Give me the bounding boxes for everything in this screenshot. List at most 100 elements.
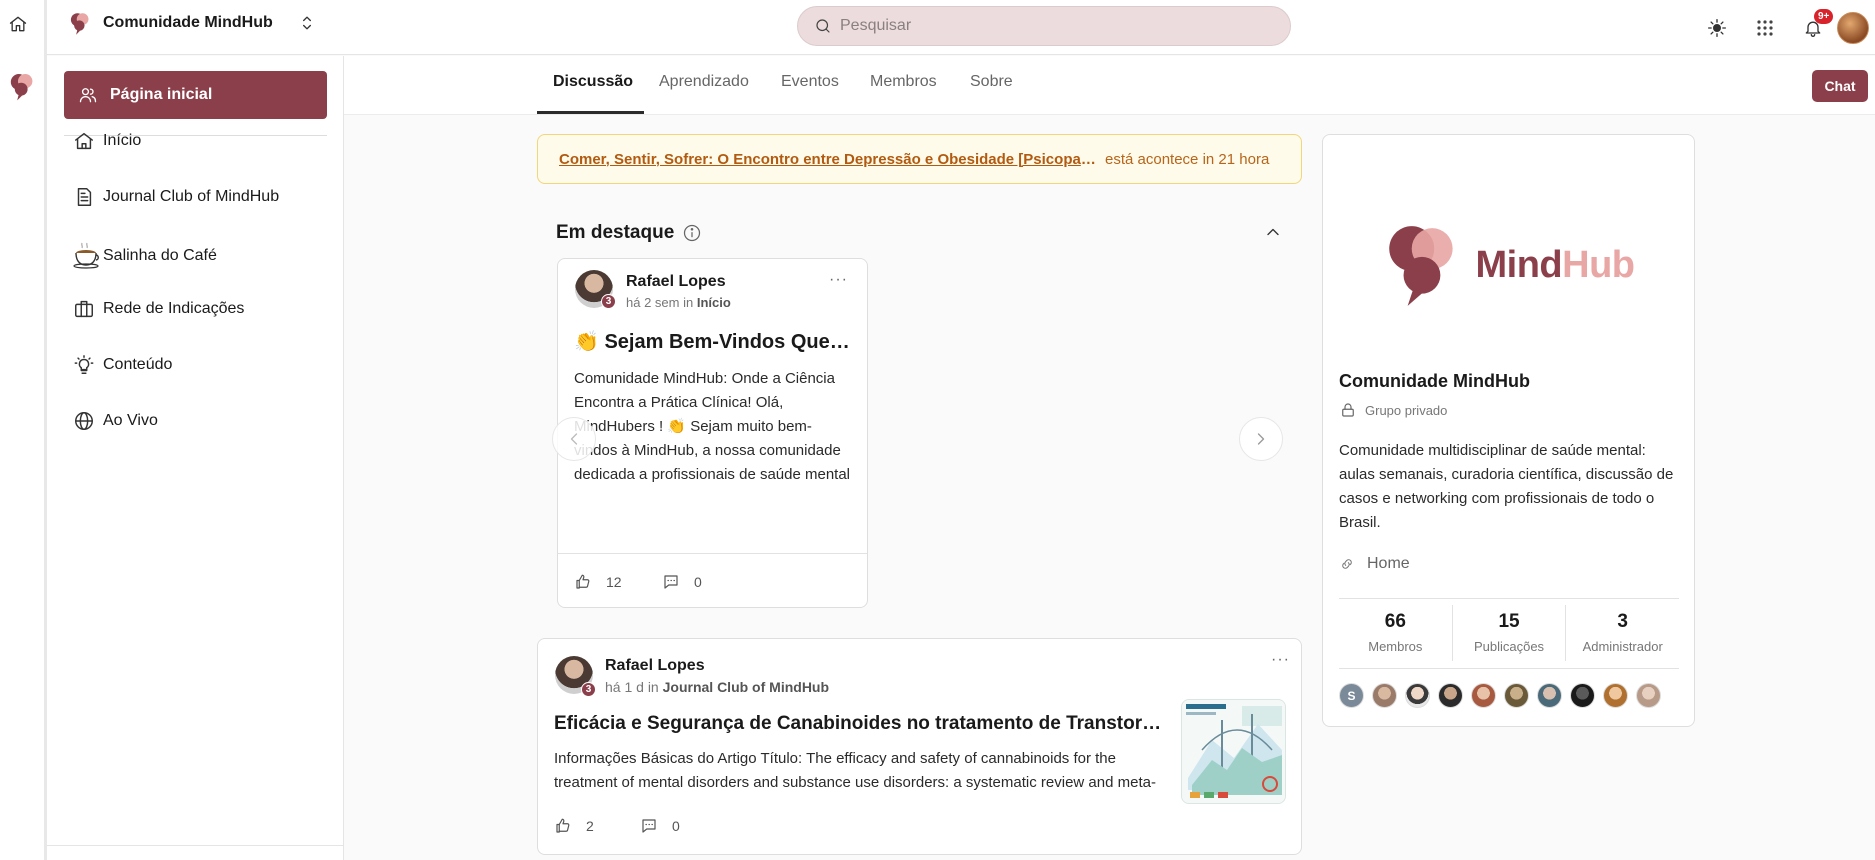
lock-icon [1342, 403, 1354, 417]
lightbulb-icon [74, 355, 94, 374]
apps-button[interactable] [1741, 19, 1789, 37]
document-icon [77, 188, 92, 206]
community-logo-icon [70, 13, 89, 35]
member-avatar[interactable] [1570, 683, 1595, 708]
comment-count: 0 [694, 574, 702, 590]
info-icon[interactable] [682, 223, 702, 243]
panel-divider [1339, 598, 1679, 599]
member-avatar[interactable] [1372, 683, 1397, 708]
collapse-featured-button[interactable] [1263, 222, 1283, 242]
theme-toggle-button[interactable] [1693, 18, 1741, 38]
carousel-prev-button[interactable] [552, 417, 596, 461]
sidebar-item-inicio[interactable]: Início [73, 130, 141, 152]
sidebar-item-home-page[interactable]: Página inicial [64, 71, 327, 119]
post-space-link[interactable]: Início [697, 295, 731, 310]
panel-divider [1339, 668, 1679, 669]
tab-eventos[interactable]: Eventos [781, 73, 839, 91]
community-description: Comunidade multidisciplinar de saúde men… [1339, 442, 1674, 531]
sidebar: Página inicial Início Journal Club of Mi… [47, 56, 344, 860]
comment-button[interactable]: 0 [662, 573, 702, 591]
more-options-icon[interactable]: ··· [829, 271, 848, 289]
sidebar-item-ao-vivo[interactable]: Ao Vivo [73, 410, 158, 432]
member-avatar[interactable] [1471, 683, 1496, 708]
like-button[interactable]: 2 [554, 817, 594, 835]
community-cover: MindHub [1339, 165, 1679, 365]
user-avatar[interactable] [1837, 11, 1869, 44]
member-avatar[interactable] [1405, 683, 1430, 708]
community-about-panel: MindHub Comunidade MindHub Grupo privado… [1322, 134, 1695, 727]
author-name[interactable]: Rafael Lopes [626, 273, 726, 291]
mindhub-logo-icon [1389, 226, 1454, 306]
thumbs-up-icon [556, 818, 570, 833]
comment-button[interactable]: 0 [640, 817, 680, 835]
community-name: Comunidade MindHub [103, 14, 273, 31]
tab-discussao[interactable]: Discussão [553, 73, 633, 91]
stat-publications[interactable]: 15 Publicações [1453, 605, 1567, 661]
stat-members[interactable]: 66 Membros [1339, 605, 1453, 661]
search-input[interactable] [840, 17, 1260, 35]
community-stats: 66 Membros 15 Publicações 3 Administrado… [1339, 605, 1679, 661]
home-link[interactable]: Home [1339, 555, 1410, 573]
chevron-left-icon [570, 433, 578, 445]
post-space-link[interactable]: Journal Club of MindHub [663, 679, 829, 695]
post-card[interactable]: 3 Rafael Lopes há 1 d in Journal Club of… [537, 638, 1302, 855]
member-avatar[interactable] [1603, 683, 1628, 708]
active-tab-indicator [537, 111, 644, 114]
tab-sobre[interactable]: Sobre [970, 73, 1013, 91]
member-avatar[interactable] [1438, 683, 1463, 708]
member-avatars: S [1339, 683, 1661, 708]
like-count: 2 [586, 818, 594, 834]
sidebar-item-conteudo[interactable]: Conteúdo [73, 354, 172, 376]
post-title[interactable]: 👏 Sejam Bem-Vindos Queri... [574, 329, 856, 354]
sidebar-item-rede-de-indicacoes[interactable]: Rede de Indicações [73, 298, 244, 320]
more-options-icon[interactable]: ··· [1271, 651, 1290, 669]
carousel-next-button[interactable] [1239, 417, 1283, 461]
post-title[interactable]: Eficácia e Segurança de Canabinoides no … [554, 713, 1162, 735]
tab-aprendizado[interactable]: Aprendizado [659, 73, 749, 91]
event-link[interactable]: Comer, Sentir, Sofrer: O Encontro entre … [559, 151, 1099, 168]
community-title: Comunidade MindHub [1339, 371, 1530, 391]
coffee-icon [73, 242, 99, 269]
post-time: há 2 sem in [626, 295, 694, 310]
users-icon [79, 88, 97, 103]
post-excerpt: Informações Básicas do Artigo Título: Th… [554, 750, 1156, 791]
sidebar-item-label: Página inicial [110, 86, 213, 103]
top-bar: Comunidade MindHub 9+ [47, 0, 1875, 55]
top-actions: 9+ [1693, 0, 1875, 55]
search-icon [816, 19, 830, 33]
search-bar[interactable] [797, 6, 1291, 46]
home-icon[interactable] [8, 14, 28, 34]
featured-post-card[interactable]: 3 Rafael Lopes há 2 sem in Início ··· 👏 … [557, 258, 868, 608]
brand-wordmark: MindHub [1475, 243, 1635, 286]
post-meta: há 1 d in Journal Club of MindHub [605, 679, 829, 695]
sidebar-item-label: Início [103, 132, 142, 149]
member-avatar[interactable] [1504, 683, 1529, 708]
member-avatar[interactable] [1636, 683, 1661, 708]
community-switcher[interactable]: Comunidade MindHub [67, 10, 317, 36]
community-logo-icon[interactable] [6, 70, 38, 102]
stat-admins[interactable]: 3 Administrador [1566, 605, 1679, 661]
briefcase-icon [75, 300, 93, 318]
house-icon [75, 132, 93, 150]
member-avatar[interactable]: S [1339, 683, 1364, 708]
sidebar-item-journal-club[interactable]: Journal Club of MindHub [73, 186, 279, 208]
post-thumbnail[interactable] [1181, 699, 1286, 804]
sun-icon [1708, 18, 1726, 37]
link-icon [1342, 559, 1352, 569]
sidebar-item-label: Journal Club of MindHub [103, 188, 280, 205]
chat-button[interactable]: Chat [1812, 70, 1868, 102]
like-button[interactable]: 12 [574, 573, 622, 591]
sidebar-item-salinha-do-cafe[interactable]: Salinha do Café [73, 242, 217, 270]
level-badge: 3 [601, 294, 616, 309]
author-name[interactable]: Rafael Lopes [605, 657, 705, 675]
member-avatar[interactable] [1537, 683, 1562, 708]
sidebar-item-label: Rede de Indicações [103, 300, 245, 317]
tab-membros[interactable]: Membros [870, 73, 937, 91]
chevron-right-icon [1257, 433, 1265, 445]
chevron-up-down-icon[interactable] [297, 13, 317, 33]
notifications-button[interactable]: 9+ [1789, 8, 1837, 38]
comment-count: 0 [672, 818, 680, 834]
app-rail [0, 0, 47, 860]
thumbs-up-icon [576, 574, 590, 589]
comment-icon [642, 819, 656, 833]
